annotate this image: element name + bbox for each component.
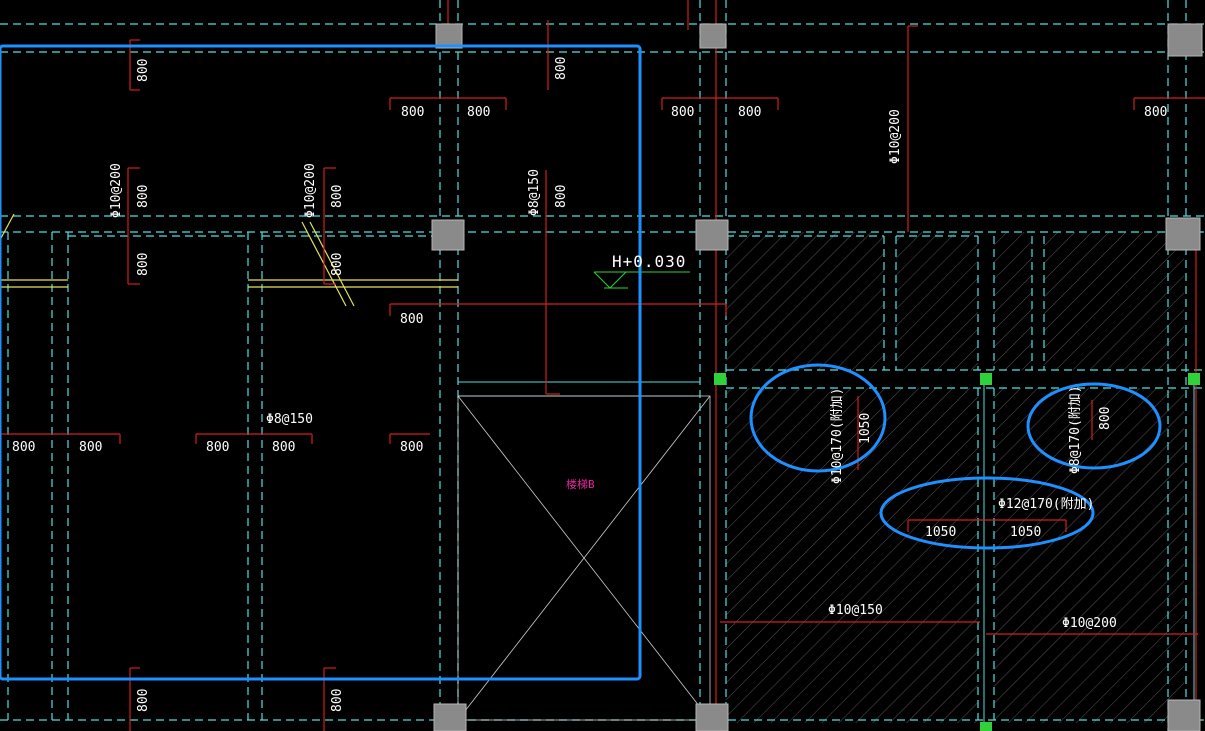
cad-canvas[interactable]: 800 800 800 800 800 800 800 800 800 800 …	[0, 0, 1205, 731]
dim-v-bottom-2: 800	[330, 688, 345, 712]
rebar-spec-bottom-right: Φ10@200	[1062, 616, 1117, 631]
rebar-spec-circled-right: Φ8@170(附加)	[1068, 385, 1083, 474]
dim-top-5: 800	[1144, 105, 1168, 120]
rebar-spec-stair-side: Φ8@150	[527, 169, 542, 216]
dim-left-1: 800	[12, 440, 36, 455]
dim-left-5: 800	[400, 440, 424, 455]
rebar-spec-mid-horizontal: Φ8@150	[266, 412, 313, 427]
rebar-spec-left-a: Φ10@200	[109, 163, 124, 218]
dim-v-bottom-1: 800	[136, 688, 151, 712]
dim-v-upper-2: 800	[554, 56, 569, 80]
dim-top-1: 800	[401, 105, 425, 120]
dim-top-3: 800	[671, 105, 695, 120]
dim-left-4: 800	[272, 440, 296, 455]
elevation-symbol	[593, 271, 690, 289]
rebar-spec-left-b: Φ10@200	[303, 163, 318, 218]
dim-v-upper-1: 800	[136, 58, 151, 82]
dim-left-2: 800	[79, 440, 103, 455]
rebar-spec-bottom-left: Φ10@150	[828, 603, 883, 618]
dim-mid: 800	[400, 312, 424, 327]
stair-box	[457, 395, 711, 721]
highlights	[0, 44, 1162, 681]
dim-v-upper-3: 800	[136, 184, 151, 208]
hatched-slabs	[726, 232, 1184, 723]
stair-label: 楼梯B	[566, 478, 595, 491]
dim-1050-b: 1050	[1010, 525, 1042, 540]
dim-v-mid-5: 800	[1098, 406, 1113, 430]
cad-drawing	[0, 0, 1205, 731]
elevation-label: H+0.030	[612, 252, 687, 271]
rebar-spec-circled-bottom: Φ12@170(附加)	[998, 497, 1095, 512]
dim-top-2: 800	[467, 105, 491, 120]
dim-1050-a: 1050	[925, 525, 957, 540]
dim-v-1050: 1050	[858, 412, 873, 444]
dim-v-mid-3: 800	[136, 252, 151, 276]
yellow-beams	[0, 213, 458, 307]
rebar-spec-right-top: Φ10@200	[888, 109, 903, 164]
dim-v-mid-4: 800	[330, 252, 345, 276]
dim-v-mid-1: 800	[330, 184, 345, 208]
rebar-spec-circled-left: Φ10@170(附加)	[830, 387, 845, 484]
dim-v-mid-2: 800	[554, 184, 569, 208]
dim-top-4: 800	[738, 105, 762, 120]
dim-left-3: 800	[206, 440, 230, 455]
